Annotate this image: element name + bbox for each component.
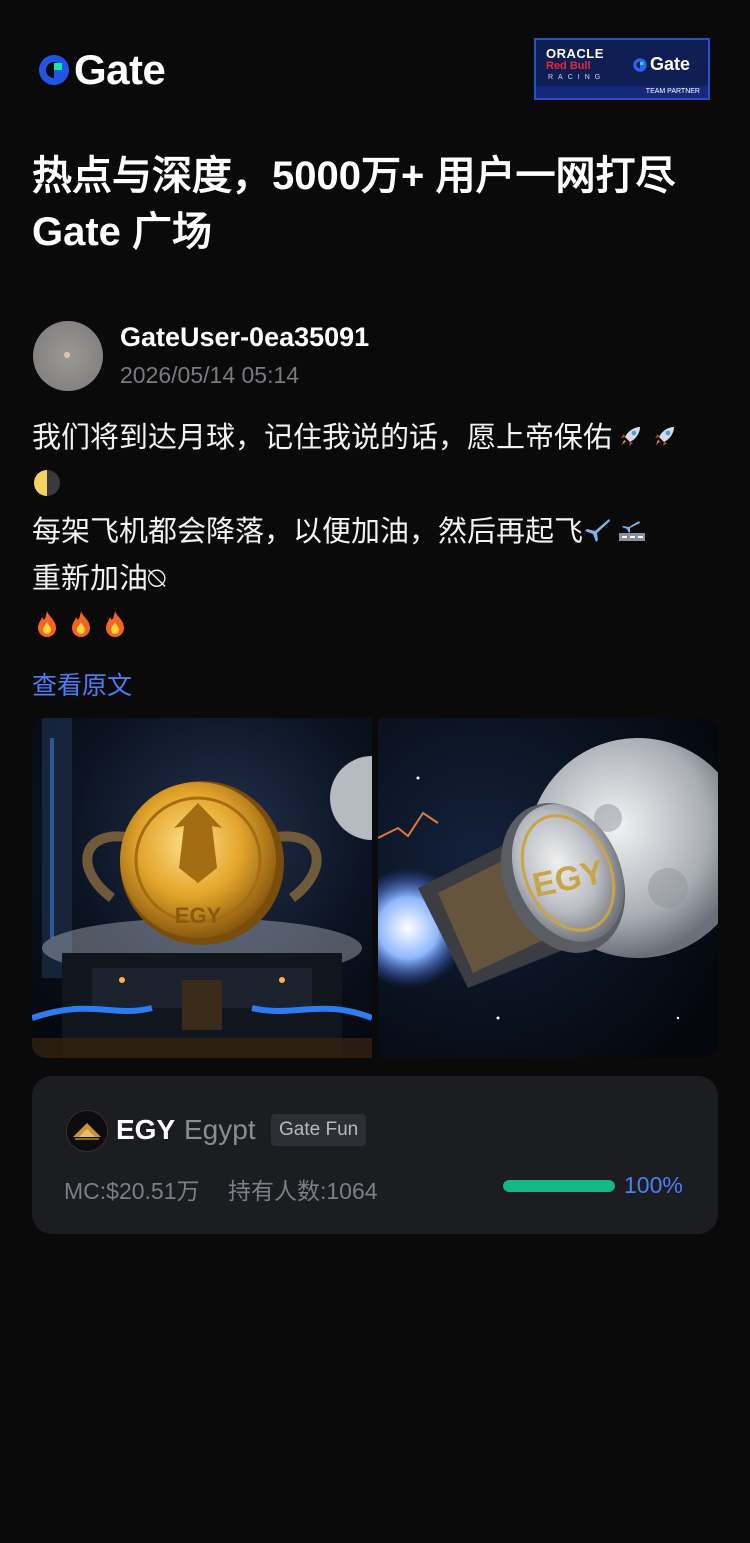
fire-icon: [38, 611, 56, 637]
post-line-4: 重新加油⍉: [32, 563, 166, 595]
rocket-icon: [655, 427, 675, 446]
bonding-progress-bar: [503, 1180, 615, 1192]
holder-count: 持有人数:1064: [228, 1178, 378, 1204]
post-line-2: [32, 462, 722, 509]
gate-logo-small-icon: [633, 57, 647, 72]
egy-token-logo-icon: [66, 1110, 108, 1152]
redbull-wordmark: Red Bull: [546, 60, 591, 72]
market-cap: MC:$20.51万: [64, 1178, 200, 1204]
coin-on-launchpad-image[interactable]: EGY: [32, 718, 372, 1058]
fire-icon: [106, 611, 124, 637]
svg-text:EGY: EGY: [175, 903, 222, 928]
headline-line-1: 热点与深度，5000万+ 用户一网打尽: [32, 154, 676, 198]
post-timestamp: 2026/05/14 05:14: [120, 362, 300, 388]
bonding-progress-fill: [503, 1180, 615, 1192]
moon-icon: [34, 470, 60, 496]
avatar-dot: [64, 352, 70, 358]
token-symbol: EGY: [116, 1114, 176, 1145]
username[interactable]: GateUser-0ea35091: [120, 322, 369, 353]
partner-gate-text: Gate: [650, 54, 691, 74]
partner-gate-logo: Gate: [632, 54, 690, 75]
runway-icon: [619, 521, 646, 541]
team-partner-badge[interactable]: ORACLE Red Bull RACING Gate TEAM PARTNER: [534, 38, 710, 100]
gate-logo[interactable]: Gate: [36, 46, 166, 93]
gate-logo-icon: [39, 55, 69, 85]
avatar[interactable]: [33, 321, 103, 391]
post-line-1: 我们将到达月球，记住我说的话，愿上帝保佑: [32, 415, 722, 462]
racing-wordmark: RACING: [548, 74, 606, 81]
coin-rocket-moon-image[interactable]: EGY: [378, 718, 718, 1058]
post-image-gallery: EGY EGY: [32, 718, 718, 1058]
airplane-icon: [585, 519, 611, 542]
gate-logo-text: Gate: [74, 46, 166, 93]
rocket-icon: [621, 427, 641, 446]
team-partner-label: TEAM PARTNER: [536, 86, 708, 98]
post-line-3: 每架飞机都会降落，以便加油，然后再起飞: [32, 509, 722, 556]
headline-line-2: Gate 广场: [32, 210, 213, 254]
oracle-wordmark: ORACLE: [546, 46, 604, 61]
header: Gate ORACLE Red Bull RACING Gate TEAM PA…: [0, 0, 750, 140]
bonding-progress-label: 100%: [624, 1172, 683, 1198]
token-name: Egypt: [184, 1114, 256, 1145]
post-line-5: [32, 603, 722, 650]
fire-icon: [72, 611, 90, 637]
post-content: 我们将到达月球，记住我说的话，愿上帝保佑 每架飞机都会降落，以便加油，然后再起飞…: [32, 415, 722, 650]
page-title: 热点与深度，5000万+ 用户一网打尽 Gate 广场: [32, 148, 722, 260]
token-card[interactable]: EGY Egypt Gate Fun MC:$20.51万 持有人数:1064 …: [32, 1076, 718, 1234]
gate-fun-tag: Gate Fun: [271, 1114, 367, 1146]
view-original-link[interactable]: 查看原文: [32, 666, 132, 702]
page: Gate ORACLE Red Bull RACING Gate TEAM PA…: [0, 0, 750, 1543]
